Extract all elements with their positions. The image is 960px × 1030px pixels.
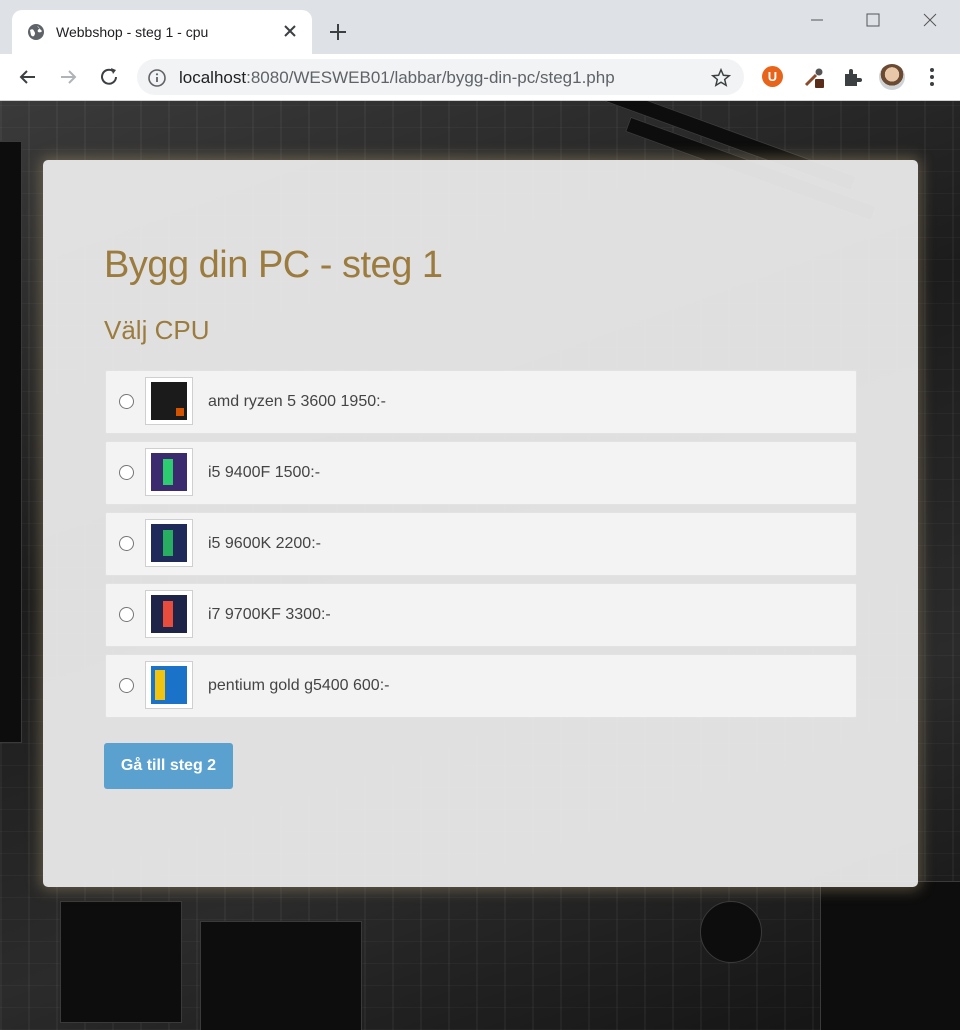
browser-tab[interactable]: Webbshop - steg 1 - cpu <box>12 10 312 54</box>
cpu-option[interactable]: amd ryzen 5 3600 1950:- <box>105 370 857 434</box>
tab-title: Webbshop - steg 1 - cpu <box>56 24 209 40</box>
cpu-option-label: i5 9400F 1500:- <box>208 464 321 481</box>
close-window-icon[interactable] <box>918 8 942 32</box>
main-card: Bygg din PC - steg 1 Välj CPU amd ryzen … <box>43 160 918 887</box>
eyedropper-extension-icon[interactable] <box>802 65 826 89</box>
cpu-thumbnail <box>145 590 193 638</box>
profile-avatar[interactable] <box>879 64 905 90</box>
back-arrow-icon[interactable] <box>15 64 41 90</box>
url-text: localhost:8080/WESWEB01/labbar/bygg-din-… <box>179 68 615 88</box>
url-path: :8080/WESWEB01/labbar/bygg-din-pc/steg1.… <box>246 68 615 87</box>
new-tab-icon[interactable] <box>326 20 350 44</box>
cpu-thumbnail <box>145 661 193 709</box>
extensions-puzzle-icon[interactable] <box>840 65 864 89</box>
menu-dots-icon[interactable] <box>920 65 944 89</box>
cpu-radio[interactable] <box>119 678 134 693</box>
close-tab-icon[interactable] <box>280 21 300 41</box>
globe-icon <box>28 24 44 40</box>
url-host: localhost <box>179 68 247 87</box>
cpu-thumbnail <box>145 448 193 496</box>
cpu-radio[interactable] <box>119 607 134 622</box>
cpu-option[interactable]: i5 9400F 1500:- <box>105 441 857 505</box>
extension-u-icon[interactable]: U <box>762 66 783 87</box>
forward-arrow-icon[interactable] <box>55 64 81 90</box>
cpu-option-label: i5 9600K 2200:- <box>208 535 321 552</box>
next-step-button[interactable]: Gå till steg 2 <box>104 743 233 789</box>
browser-toolbar: localhost:8080/WESWEB01/labbar/bygg-din-… <box>0 54 960 101</box>
bookmark-star-icon[interactable] <box>710 67 732 89</box>
cpu-radio[interactable] <box>119 465 134 480</box>
cpu-thumbnail <box>145 519 193 567</box>
cpu-radio[interactable] <box>119 536 134 551</box>
minimize-icon[interactable] <box>805 8 829 32</box>
page-title: Bygg din PC - steg 1 <box>104 244 443 286</box>
cpu-option-label: i7 9700KF 3300:- <box>208 606 331 623</box>
browser-titlebar: Webbshop - steg 1 - cpu <box>0 0 960 54</box>
cpu-option[interactable]: i5 9600K 2200:- <box>105 512 857 576</box>
cpu-radio[interactable] <box>119 394 134 409</box>
cpu-option-label: pentium gold g5400 600:- <box>208 677 390 694</box>
reload-icon[interactable] <box>96 64 122 90</box>
info-icon[interactable] <box>147 68 167 88</box>
address-bar[interactable]: localhost:8080/WESWEB01/labbar/bygg-din-… <box>137 59 744 95</box>
cpu-option-label: amd ryzen 5 3600 1950:- <box>208 393 386 410</box>
cpu-option[interactable]: i7 9700KF 3300:- <box>105 583 857 647</box>
cpu-thumbnail <box>145 377 193 425</box>
maximize-icon[interactable] <box>861 8 885 32</box>
cpu-option[interactable]: pentium gold g5400 600:- <box>105 654 857 718</box>
section-title: Välj CPU <box>104 315 210 345</box>
